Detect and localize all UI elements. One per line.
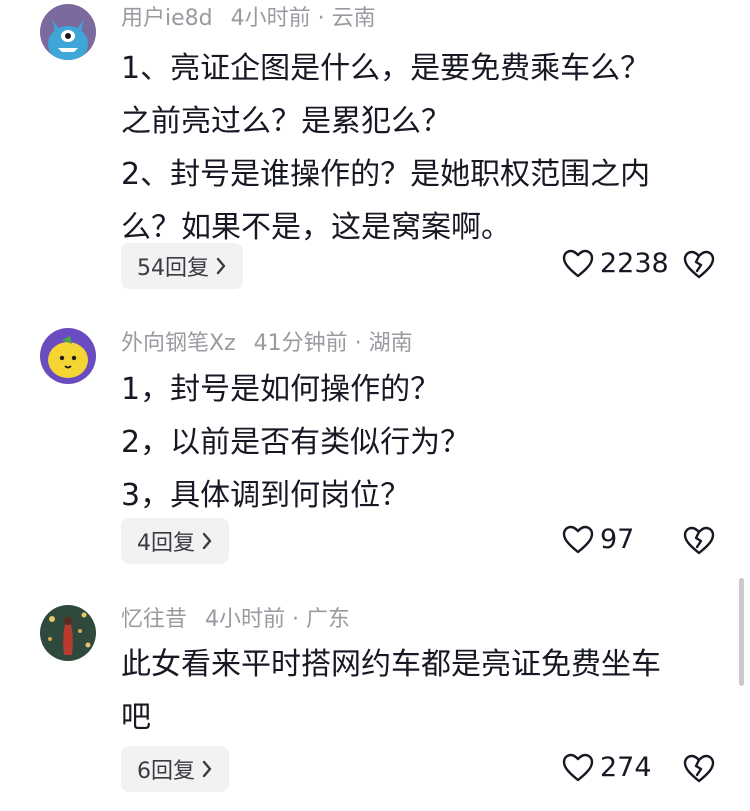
view-replies-button[interactable]: 54回复 (121, 243, 243, 289)
heart-icon (562, 753, 594, 781)
like-button[interactable]: 97 (562, 524, 634, 555)
comment-text: 1，封号是如何操作的？ 2，以前是否有类似行为？ 3，具体调到何岗位？ (121, 363, 721, 522)
username[interactable]: 外向钢笔Xz (121, 331, 236, 356)
location: 广东 (306, 607, 351, 632)
comment-line: 此女看来平时搭网约车都是亮证免费坐车 (121, 647, 661, 682)
heart-icon (562, 525, 594, 553)
location: 湖南 (368, 331, 413, 356)
comment-line: 1、亮证企图是什么，是要免费乘车么？ (121, 51, 651, 86)
comment-text: 此女看来平时搭网约车都是亮证免费坐车 吧 (121, 638, 721, 744)
dislike-button[interactable] (683, 250, 715, 284)
timestamp: 4小时前 (205, 607, 286, 632)
scrollbar[interactable] (739, 578, 744, 686)
comment-line: 2、封号是谁操作的？是她职权范围之内 (121, 157, 651, 192)
blue-monster-avatar-icon[interactable] (40, 4, 96, 60)
comment-line: 1，封号是如何操作的？ (121, 372, 441, 407)
username[interactable]: 忆往昔 (121, 607, 187, 632)
timestamp: 4小时前 (230, 6, 311, 31)
separator-dot: · (292, 607, 300, 632)
chevron-right-icon (202, 760, 212, 778)
like-count: 274 (600, 752, 652, 783)
reply-count: 6回复 (137, 759, 195, 784)
separator-dot: · (317, 6, 325, 31)
photo-avatar-icon[interactable] (40, 605, 96, 661)
broken-heart-icon (683, 250, 715, 279)
dislike-button[interactable] (683, 526, 715, 560)
separator-dot: · (354, 331, 362, 356)
view-replies-button[interactable]: 6回复 (121, 746, 229, 792)
like-button[interactable]: 2238 (562, 248, 669, 279)
comment-line: 之前亮过么？是累犯么？ (121, 104, 451, 139)
chevron-right-icon (216, 257, 226, 275)
like-count: 2238 (600, 248, 669, 279)
broken-heart-icon (683, 526, 715, 555)
dislike-button[interactable] (683, 754, 715, 788)
comment-line: 3，具体调到何岗位？ (121, 478, 411, 513)
comment-line: 吧 (121, 700, 151, 735)
comment-list: 用户ie8d 4小时前 · 云南 1、亮证企图是什么，是要免费乘车么？ 之前亮过么… (0, 0, 750, 811)
reply-count: 54回复 (137, 256, 209, 281)
view-replies-button[interactable]: 4回复 (121, 518, 229, 564)
timestamp: 41分钟前 (253, 331, 348, 356)
comment-line: 2，以前是否有类似行为？ (121, 425, 471, 460)
chevron-right-icon (202, 532, 212, 550)
like-button[interactable]: 274 (562, 752, 652, 783)
broken-heart-icon (683, 754, 715, 783)
comment-meta: 用户ie8d 4小时前 · 云南 (121, 5, 376, 33)
lemon-avatar-icon[interactable] (40, 328, 96, 384)
location: 云南 (331, 6, 376, 31)
comment-meta: 忆往昔 4小时前 · 广东 (121, 606, 350, 634)
heart-icon (562, 249, 594, 277)
comment-text: 1、亮证企图是什么，是要免费乘车么？ 之前亮过么？是累犯么？ 2、封号是谁操作的… (121, 42, 721, 254)
like-count: 97 (600, 524, 635, 555)
reply-count: 4回复 (137, 531, 195, 556)
comment-meta: 外向钢笔Xz 41分钟前 · 湖南 (121, 330, 413, 358)
username[interactable]: 用户ie8d (121, 6, 213, 31)
